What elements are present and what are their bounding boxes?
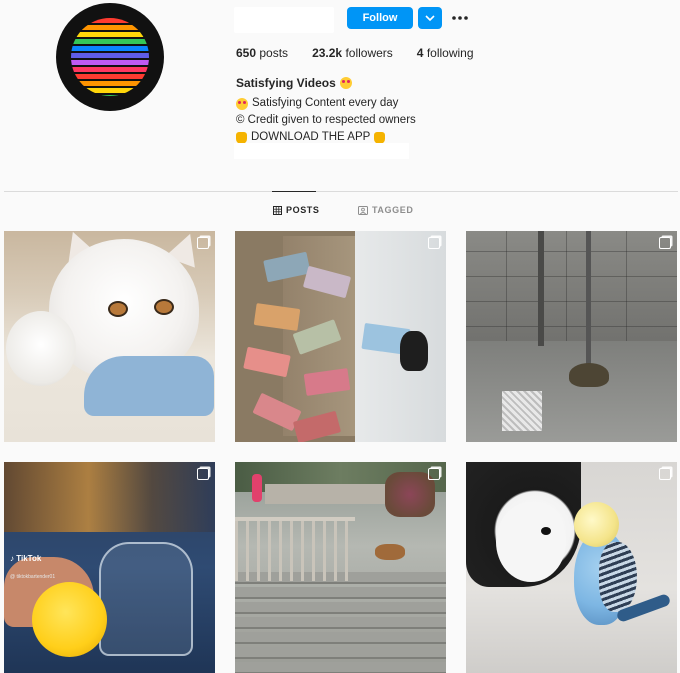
profile-tabs: POSTS TAGGED: [0, 205, 680, 219]
parakeet-wing: [599, 542, 637, 612]
tabs-divider: [4, 191, 678, 192]
lemon: [32, 582, 107, 657]
tab-posts-label: POSTS: [286, 205, 320, 215]
chevron-down-icon: [425, 15, 435, 22]
floor-drain: [502, 391, 542, 431]
profile-stats: 650 posts 23.2k followers 4 following: [236, 46, 498, 60]
stair-step: [235, 632, 446, 644]
active-tab-indicator: [272, 191, 316, 192]
following-label: following: [426, 46, 474, 60]
cat-eye: [108, 301, 128, 317]
profile-link-redacted[interactable]: [234, 143, 409, 159]
cat-eye: [154, 299, 174, 315]
person: [252, 474, 262, 502]
post-tile-shower[interactable]: [466, 231, 677, 442]
following-stat[interactable]: 4 following: [417, 46, 474, 60]
posts-count: 650: [236, 46, 257, 60]
profile-avatar[interactable]: [56, 3, 164, 111]
suggested-accounts-dropdown[interactable]: [418, 7, 442, 29]
post-tile-money[interactable]: [235, 231, 446, 442]
tab-tagged[interactable]: TAGGED: [358, 205, 413, 215]
pointing-hand-icon: [374, 131, 386, 144]
glass: [99, 542, 193, 656]
post-tile-cats[interactable]: [4, 231, 215, 442]
more-options-button[interactable]: [450, 10, 470, 26]
rainbow-stripes-logo: [71, 18, 149, 96]
stair-step: [235, 587, 446, 599]
followers-count: 23.2k: [312, 46, 343, 60]
bar-background: [4, 462, 215, 532]
followers-stat[interactable]: 23.2k followers: [312, 46, 393, 60]
star-struck-emoji-icon: [236, 97, 248, 110]
shower-pipe: [586, 231, 591, 366]
carousel-icon: [197, 468, 209, 480]
carousel-icon: [659, 468, 671, 480]
tortoise: [569, 363, 609, 387]
bio-text-2: © Credit given to respected owners: [236, 114, 416, 126]
tile-grout: [466, 251, 677, 252]
stair-step: [235, 602, 446, 614]
username-redacted: [234, 7, 334, 33]
stair-step: [235, 617, 446, 629]
tiktok-username: @ tiktokbartender01: [10, 574, 56, 580]
shower-floor: [466, 341, 677, 442]
tiktok-watermark: ♪ TikTok: [10, 554, 41, 563]
full-name-text: Satisfying Videos: [236, 76, 336, 90]
tab-tagged-label: TAGGED: [372, 205, 414, 215]
puppy-face: [496, 502, 566, 582]
tiktok-note-icon: ♪: [10, 554, 14, 563]
railing: [235, 517, 355, 581]
star-struck-emoji-icon: [339, 77, 352, 89]
tagged-person-icon: [358, 205, 368, 215]
tile-grout: [466, 301, 677, 302]
follow-button[interactable]: Follow: [347, 7, 413, 29]
tile-grout: [466, 276, 677, 277]
tile-grout: [466, 326, 677, 327]
post-tile-stairs[interactable]: [235, 462, 446, 673]
black-cat: [400, 331, 428, 371]
carousel-icon: [197, 237, 209, 249]
carousel-icon: [659, 237, 671, 249]
bio-line-1: Satisfying Content every day: [236, 95, 416, 112]
parakeet-head: [574, 502, 619, 547]
following-count: 4: [416, 46, 424, 60]
profile-full-name: Satisfying Videos: [236, 76, 352, 90]
stair-step: [235, 662, 446, 673]
shower-pipe: [538, 231, 544, 346]
pointing-hand-icon: [236, 131, 247, 144]
tiktok-brand: TikTok: [16, 554, 42, 563]
cat-shirt: [84, 356, 214, 416]
carousel-icon: [428, 237, 440, 249]
bio-line-2: © Credit given to respected owners: [236, 112, 416, 129]
post-tile-lemon[interactable]: ♪ TikTok @ tiktokbartender01: [4, 462, 215, 673]
posts-label: posts: [259, 46, 289, 60]
puppy-nose: [541, 527, 551, 535]
posts-stat: 650 posts: [236, 46, 288, 60]
profile-bio: Satisfying Content every day © Credit gi…: [236, 95, 416, 146]
grid-icon: [273, 205, 282, 215]
followers-label: followers: [345, 46, 393, 60]
post-tile-puppy-parrot[interactable]: [466, 462, 677, 673]
dog: [375, 544, 405, 560]
more-options-icon: [452, 16, 468, 20]
kitten: [6, 311, 76, 386]
bio-text-1: Satisfying Content every day: [252, 97, 399, 109]
tab-posts[interactable]: POSTS: [273, 205, 320, 215]
stair-step: [235, 647, 446, 659]
carousel-icon: [428, 468, 440, 480]
